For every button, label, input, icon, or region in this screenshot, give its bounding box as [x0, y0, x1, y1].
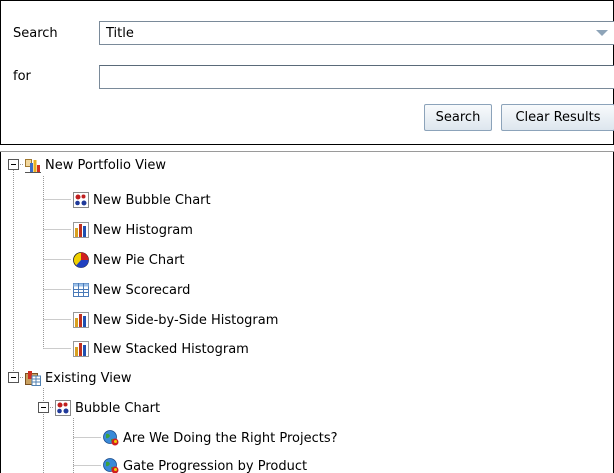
bubble-chart-icon [73, 192, 89, 208]
split-divider[interactable] [0, 144, 614, 152]
collapse-portfolio-toggle[interactable] [8, 159, 19, 170]
for-label: for [13, 69, 31, 84]
tree-item-existing-view[interactable]: Existing View [25, 367, 131, 389]
collapse-existing-toggle[interactable] [8, 372, 19, 383]
tree-item-gate-progression-by-product[interactable]: Gate Progression by Product [103, 455, 307, 473]
view-tree: New Portfolio View New Bubble Chart New … [0, 152, 614, 473]
pie-chart-icon [73, 252, 89, 268]
tree-item-bubble-chart[interactable]: Bubble Chart [55, 397, 160, 419]
collapse-bubble-chart-toggle[interactable] [38, 402, 49, 413]
tree-item-new-bubble-chart[interactable]: New Bubble Chart [73, 189, 211, 211]
search-field-select[interactable]: Title [99, 21, 614, 45]
bubble-chart-icon [55, 400, 71, 416]
histogram-icon [73, 341, 89, 357]
clear-results-button[interactable]: Clear Results [501, 104, 614, 131]
histogram-icon [73, 222, 89, 238]
histogram-icon [73, 312, 89, 328]
tree-item-label: New Side-by-Side Histogram [93, 312, 279, 328]
search-button[interactable]: Search [424, 104, 492, 131]
tree-item-label: New Scorecard [93, 282, 191, 298]
tree-item-new-portfolio-view[interactable]: New Portfolio View [25, 154, 166, 176]
tree-item-label: Existing View [45, 370, 132, 386]
tree-item-label: New Stacked Histogram [93, 341, 249, 357]
search-panel: Search Title for Search Clear Results [0, 0, 614, 144]
tree-item-new-stacked-histogram[interactable]: New Stacked Histogram [73, 338, 249, 360]
search-field-value: Title [106, 25, 134, 41]
tree-item-label: Gate Progression by Product [123, 458, 308, 473]
tree-item-label: New Portfolio View [45, 157, 166, 173]
tree-item-new-side-by-side-histogram[interactable]: New Side-by-Side Histogram [73, 309, 278, 331]
tree-item-label: New Pie Chart [93, 252, 185, 268]
existing-view-icon [25, 371, 41, 386]
globe-view-icon [103, 458, 119, 473]
portfolio-view-icon [25, 159, 41, 173]
search-label: Search [13, 26, 58, 41]
for-input[interactable] [99, 65, 614, 89]
globe-view-icon [103, 430, 119, 446]
tree-item-new-scorecard[interactable]: New Scorecard [73, 279, 190, 301]
scorecard-icon [73, 283, 89, 297]
tree-item-label: Are We Doing the Right Projects? [123, 430, 338, 446]
chevron-down-icon[interactable] [590, 22, 614, 44]
tree-item-new-histogram[interactable]: New Histogram [73, 219, 193, 241]
tree-item-label: Bubble Chart [75, 400, 161, 416]
tree-item-are-we-doing-the-right-projects[interactable]: Are We Doing the Right Projects? [103, 427, 338, 449]
tree-item-new-pie-chart[interactable]: New Pie Chart [73, 249, 185, 271]
tree-item-label: New Histogram [93, 222, 193, 238]
tree-item-label: New Bubble Chart [93, 192, 211, 208]
